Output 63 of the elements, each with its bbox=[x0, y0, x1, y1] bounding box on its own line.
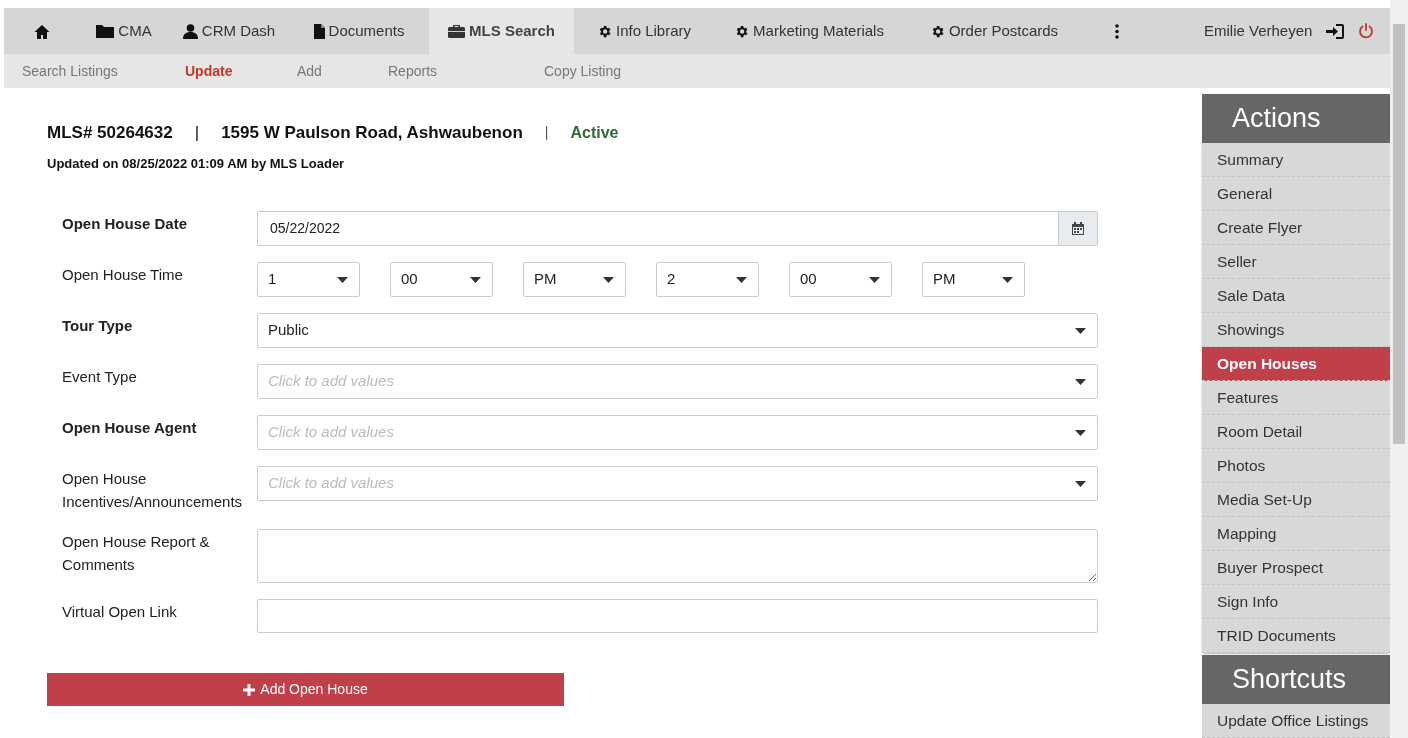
status-text: Active bbox=[570, 122, 619, 143]
action-item[interactable]: Open Houses bbox=[1202, 347, 1390, 381]
caret-icon bbox=[1002, 276, 1013, 283]
panel-title: Shortcuts bbox=[1202, 655, 1390, 704]
comments-field[interactable] bbox=[257, 529, 1098, 583]
nav-tab[interactable]: CRM Dash bbox=[169, 8, 289, 55]
time-select[interactable]: 00 bbox=[789, 262, 892, 297]
power-icon[interactable] bbox=[1358, 23, 1375, 40]
field-label: Open House Incentives/Announcements bbox=[61, 469, 244, 512]
date-field[interactable]: 05/22/2022 bbox=[257, 211, 1098, 246]
calendar-icon[interactable] bbox=[1072, 222, 1084, 235]
nav-tab[interactable]: Info Library bbox=[574, 8, 714, 55]
user-name[interactable]: Emilie Verheyen bbox=[1204, 19, 1313, 43]
time-select[interactable]: PM bbox=[523, 262, 626, 297]
subnav-link[interactable]: Update bbox=[185, 60, 297, 82]
updated-text: Updated on 08/25/2022 01:09 AM by MLS Loader bbox=[47, 154, 346, 173]
separator: | bbox=[543, 123, 550, 143]
login-icon[interactable] bbox=[1326, 23, 1345, 39]
caret-icon bbox=[337, 276, 348, 283]
panel-title: Actions bbox=[1202, 94, 1390, 143]
caret-icon bbox=[1075, 429, 1086, 436]
field-label: Open House Date bbox=[61, 214, 189, 234]
more-icon bbox=[1114, 23, 1119, 39]
listing-address: 1595 W Paulson Road, Ashwaubenon bbox=[221, 122, 523, 144]
time-select[interactable]: 00 bbox=[390, 262, 493, 297]
caret-icon bbox=[869, 276, 880, 283]
nav-tab[interactable]: Documents bbox=[289, 8, 429, 55]
field-label: Open House Time bbox=[61, 265, 184, 285]
field-label: Open House Agent bbox=[61, 418, 198, 438]
home-icon bbox=[33, 23, 50, 39]
time-select[interactable]: 1 bbox=[257, 262, 360, 297]
link-field[interactable] bbox=[257, 599, 1098, 633]
time-select[interactable]: 2 bbox=[656, 262, 759, 297]
separator: | bbox=[193, 122, 201, 144]
select-field[interactable]: Public bbox=[257, 313, 1098, 348]
caret-icon bbox=[1075, 327, 1086, 334]
briefcase-icon bbox=[448, 24, 466, 39]
time-select[interactable]: PM bbox=[922, 262, 1025, 297]
caret-icon bbox=[603, 276, 614, 283]
subnav-link[interactable]: Add bbox=[297, 60, 388, 82]
caret-icon bbox=[1075, 378, 1086, 385]
mls-number: MLS# 50264632 bbox=[47, 122, 173, 144]
field-label: Event Type bbox=[61, 367, 138, 387]
field-label: Tour Type bbox=[61, 316, 134, 336]
nav-tab[interactable]: CMA bbox=[79, 8, 169, 55]
caret-icon bbox=[470, 276, 481, 283]
nav-tab[interactable]: Marketing Materials bbox=[714, 8, 904, 55]
subnav-link[interactable]: Reports bbox=[388, 60, 544, 82]
caret-icon bbox=[1075, 480, 1086, 487]
plus-icon bbox=[243, 683, 256, 696]
subnav-link[interactable]: Search Listings bbox=[22, 60, 185, 82]
scrollbar[interactable] bbox=[1390, 0, 1408, 738]
field-label: Open House Report & Comments bbox=[61, 532, 211, 575]
nav-tab[interactable]: Order Postcards bbox=[904, 8, 1084, 55]
subnav-link[interactable]: Copy Listing bbox=[544, 60, 664, 82]
folder-icon bbox=[96, 24, 115, 39]
add-open-house-button[interactable]: Add Open House bbox=[47, 673, 564, 706]
nav-tab[interactable]: MLS Search bbox=[429, 8, 574, 55]
gear-icon bbox=[734, 23, 750, 39]
document-icon bbox=[313, 23, 325, 39]
caret-icon bbox=[736, 276, 747, 283]
field-label: Virtual Open Link bbox=[61, 602, 178, 622]
person-icon bbox=[182, 23, 198, 39]
